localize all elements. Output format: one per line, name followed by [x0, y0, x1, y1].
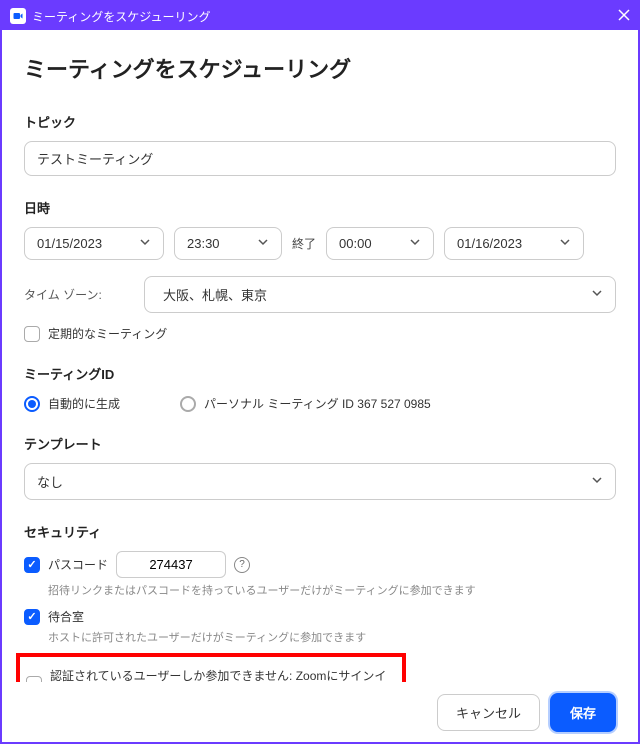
- start-time-value: 23:30: [187, 236, 220, 251]
- chevron-down-icon: [257, 236, 269, 251]
- cancel-button[interactable]: キャンセル: [437, 694, 540, 731]
- timezone-select[interactable]: 大阪、札幌、東京: [144, 276, 616, 313]
- meeting-id-auto-label: 自動的に生成: [48, 395, 120, 412]
- template-value: なし: [37, 472, 63, 491]
- waiting-room-section: 待合室 ホストに許可されたユーザーだけがミーティングに参加できます: [24, 608, 616, 645]
- auth-only-checkbox[interactable]: [26, 676, 42, 682]
- meeting-id-row: 自動的に生成 パーソナル ミーティング ID 367 527 0985: [24, 395, 616, 412]
- start-time-select[interactable]: 23:30: [174, 227, 282, 260]
- radio-checked-icon: [24, 396, 40, 412]
- timezone-row: タイム ゾーン: 大阪、札幌、東京: [24, 276, 616, 313]
- passcode-section: パスコード ? 招待リンクまたはパスコードを持っているユーザーだけがミーティング…: [24, 551, 616, 598]
- save-button[interactable]: 保存: [550, 693, 616, 732]
- meeting-id-auto-option[interactable]: 自動的に生成: [24, 395, 120, 412]
- passcode-hint: 招待リンクまたはパスコードを持っているユーザーだけがミーティングに参加できます: [48, 582, 616, 598]
- timezone-label: タイム ゾーン:: [24, 286, 114, 303]
- end-time-select[interactable]: 00:00: [326, 227, 434, 260]
- start-date-value: 01/15/2023: [37, 236, 102, 251]
- timezone-value: 大阪、札幌、東京: [163, 285, 267, 304]
- close-icon[interactable]: [618, 9, 630, 24]
- security-label: セキュリティ: [24, 522, 616, 541]
- chevron-down-icon: [591, 474, 603, 489]
- radio-unchecked-icon: [180, 396, 196, 412]
- meeting-id-label: ミーティングID: [24, 364, 616, 383]
- chevron-down-icon: [139, 236, 151, 251]
- auth-only-label: 認証されているユーザーしか参加できません: Zoomにサインイン: [50, 667, 396, 682]
- page-title: ミーティングをスケジューリング: [24, 52, 616, 84]
- topic-input[interactable]: [24, 141, 616, 176]
- passcode-checkbox[interactable]: [24, 557, 40, 573]
- datetime-label: 日時: [24, 198, 616, 217]
- window-title: ミーティングをスケジューリング: [32, 8, 210, 25]
- passcode-input[interactable]: [116, 551, 226, 578]
- end-label: 終了: [292, 235, 316, 252]
- meeting-id-personal-option[interactable]: パーソナル ミーティング ID 367 527 0985: [180, 395, 431, 412]
- passcode-label: パスコード: [48, 556, 108, 573]
- chevron-down-icon: [409, 236, 421, 251]
- titlebar: ミーティングをスケジューリング: [2, 2, 638, 30]
- datetime-row: 01/15/2023 23:30 終了 00:00 01/16/2023: [24, 227, 616, 260]
- end-time-value: 00:00: [339, 236, 372, 251]
- waiting-room-label: 待合室: [48, 608, 84, 625]
- content-area: ミーティングをスケジューリング トピック 日時 01/15/2023 23:30…: [2, 30, 638, 682]
- topic-label: トピック: [24, 112, 616, 131]
- start-date-select[interactable]: 01/15/2023: [24, 227, 164, 260]
- end-date-select[interactable]: 01/16/2023: [444, 227, 584, 260]
- end-date-value: 01/16/2023: [457, 236, 522, 251]
- app-icon: [10, 8, 26, 24]
- recurring-checkbox[interactable]: [24, 326, 40, 342]
- chevron-down-icon: [559, 236, 571, 251]
- chevron-down-icon: [591, 287, 603, 302]
- auth-only-highlight: 認証されているユーザーしか参加できません: Zoomにサインイン: [16, 653, 406, 682]
- recurring-row: 定期的なミーティング: [24, 325, 616, 342]
- recurring-label: 定期的なミーティング: [48, 325, 167, 342]
- template-select[interactable]: なし: [24, 463, 616, 500]
- help-icon[interactable]: ?: [234, 557, 250, 573]
- meeting-id-personal-label: パーソナル ミーティング ID 367 527 0985: [204, 395, 431, 412]
- waiting-room-hint: ホストに許可されたユーザーだけがミーティングに参加できます: [48, 629, 616, 645]
- footer: キャンセル 保存: [2, 682, 638, 742]
- waiting-room-checkbox[interactable]: [24, 609, 40, 625]
- template-label: テンプレート: [24, 434, 616, 453]
